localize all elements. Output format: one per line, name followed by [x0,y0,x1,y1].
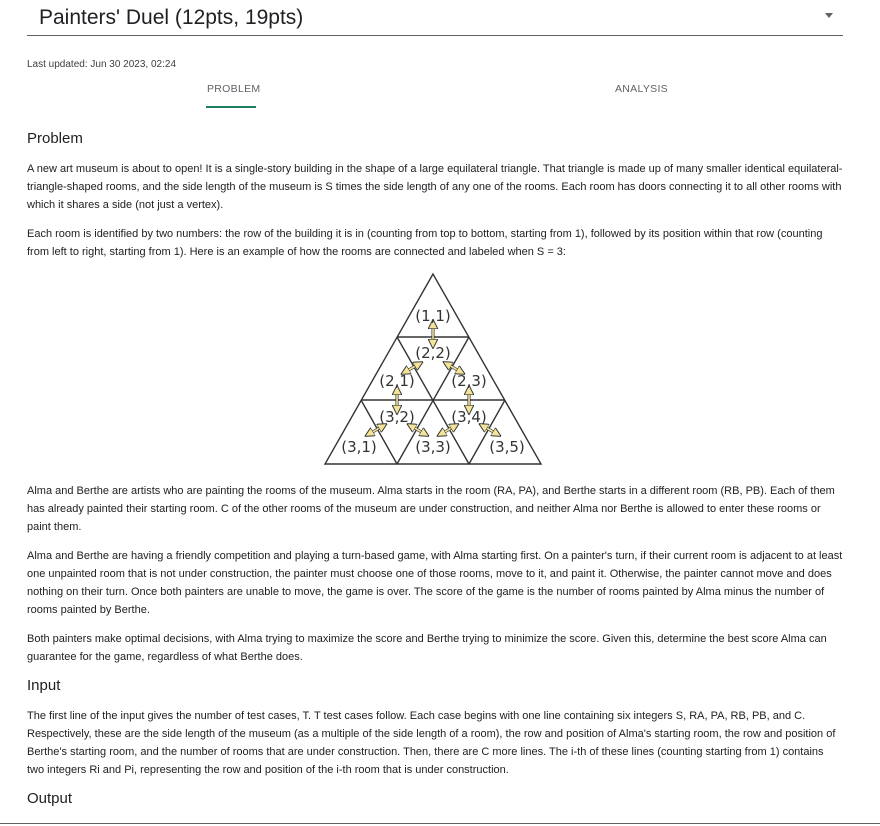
output-heading: Output [27,790,73,807]
chevron-down-icon[interactable] [825,13,833,18]
tab-problem[interactable]: PROBLEM [207,83,260,95]
problem-selector[interactable]: Painters' Duel (12pts, 19pts) [27,0,843,36]
problem-paragraph-4: Alma and Berthe are having a friendly co… [27,550,843,616]
problem-heading: Problem [27,130,83,147]
divider [0,823,880,824]
problem-paragraph-5: Both painters make optimal decisions, wi… [27,633,827,663]
problem-paragraph-2: Each room is identified by two numbers: … [27,228,823,258]
room-label-3-3: (3,3) [415,438,451,456]
room-label-2-2: (2,2) [415,344,451,362]
active-tab-indicator [206,106,256,108]
room-label-1-1: (1,1) [415,307,451,325]
room-label-3-2: (3,2) [379,408,415,426]
input-paragraph-1: The first line of the input gives the nu… [27,710,836,776]
problem-paragraph-3: Alma and Berthe are artists who are pain… [27,485,835,533]
room-label-3-5: (3,5) [489,438,525,456]
room-label-2-1: (2,1) [379,372,415,390]
last-updated: Last updated: Jun 30 2023, 02:24 [27,59,177,70]
tab-analysis[interactable]: ANALYSIS [615,83,668,95]
room-label-3-1: (3,1) [341,438,377,456]
room-label-3-4: (3,4) [451,408,487,426]
page-title: Painters' Duel (12pts, 19pts) [39,6,304,29]
room-label-2-3: (2,3) [451,372,487,390]
problem-content: Problem A new art museum is about to ope… [27,130,843,820]
problem-paragraph-1: A new art museum is about to open! It is… [27,163,843,211]
input-heading: Input [27,677,61,694]
museum-diagram: (1,1) (2,1) (2,2) (2,3) (3,1) (3,2) (3,3… [323,272,543,465]
